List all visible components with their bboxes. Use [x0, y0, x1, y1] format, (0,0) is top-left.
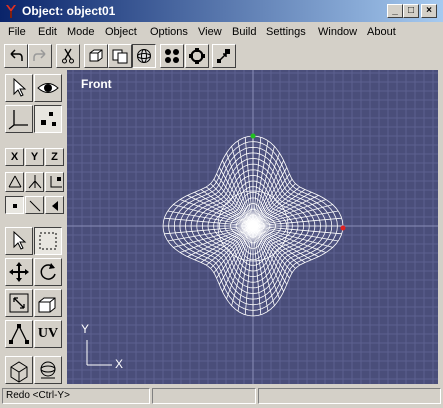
sphere-icon	[137, 49, 151, 63]
viewport-front[interactable]: Front Y X	[67, 70, 438, 384]
menu-settings[interactable]: Settings	[266, 26, 306, 38]
redo-icon	[33, 49, 46, 61]
menu-about[interactable]: About	[367, 26, 396, 38]
status-pane-2	[152, 388, 256, 404]
points-icon	[41, 112, 56, 126]
menu-build[interactable]: Build	[232, 26, 256, 38]
undo-icon	[10, 49, 23, 61]
edge-icon	[29, 200, 41, 212]
y-axis-button[interactable]: Y	[25, 148, 44, 166]
application-window: Object: object01 _ □ × File Edit Mode Ob…	[0, 0, 443, 408]
x-axis-label: X	[10, 151, 19, 163]
move-tool-button[interactable]	[5, 258, 33, 286]
redo-button[interactable]	[28, 44, 52, 68]
edge-mode-button[interactable]	[25, 196, 44, 214]
deform-icon	[40, 361, 56, 379]
left-toolbar: X Y Z UV	[0, 70, 67, 384]
snap-icon	[217, 49, 230, 63]
close-button[interactable]: ×	[421, 4, 437, 18]
menu-bar: File Edit Mode Object Options View Build…	[0, 22, 443, 42]
move-icon	[9, 262, 29, 282]
app-icon[interactable]	[3, 3, 19, 19]
axis-x-label: X	[115, 357, 124, 371]
rotate-button[interactable]	[185, 44, 209, 68]
eye-button[interactable]	[34, 74, 62, 102]
undo-button[interactable]	[4, 44, 28, 68]
rotate-tool-icon	[40, 263, 56, 280]
minimize-button[interactable]: _	[387, 4, 403, 18]
points-button[interactable]	[34, 105, 62, 133]
title-bar[interactable]: Object: object01 _ □ ×	[0, 0, 443, 22]
sphere-button[interactable]	[132, 44, 156, 68]
cut-button[interactable]	[56, 44, 80, 68]
extrude-tool-button[interactable]	[34, 289, 62, 317]
bevel-tool-button[interactable]	[5, 320, 33, 348]
local-axes-icon	[50, 176, 62, 188]
main-toolbar	[0, 42, 443, 70]
window-title: Object: object01	[22, 4, 116, 18]
menu-edit[interactable]: Edit	[38, 26, 57, 38]
pivot-icon	[28, 175, 42, 189]
x-axis-button[interactable]: X	[5, 148, 24, 166]
scale-icon	[9, 293, 29, 313]
pivot-button[interactable]	[25, 172, 44, 192]
menu-view[interactable]: View	[198, 26, 222, 38]
select-arrow-button[interactable]	[5, 74, 33, 102]
vertex-icon	[13, 204, 17, 208]
lattice-tool-button[interactable]	[5, 356, 33, 384]
coord-system-button[interactable]	[5, 172, 24, 192]
viewport-grid	[67, 70, 438, 384]
uv-button[interactable]: UV	[34, 320, 62, 348]
menu-options[interactable]: Options	[150, 26, 188, 38]
copy-icon	[112, 49, 128, 64]
cube-icon	[89, 49, 103, 62]
cut-icon	[62, 48, 74, 64]
status-text: Redo <Ctrl-Y>	[2, 388, 150, 404]
y-axis-label: Y	[30, 151, 39, 163]
marquee-icon	[39, 232, 57, 250]
snap-button[interactable]	[212, 44, 236, 68]
extrude-icon	[38, 297, 56, 313]
status-bar: Redo <Ctrl-Y>	[0, 386, 443, 408]
pointer-icon	[13, 230, 27, 250]
grid4-icon	[165, 49, 179, 63]
menu-object[interactable]: Object	[105, 26, 137, 38]
deform-tool-button[interactable]	[34, 356, 62, 384]
status-pane-3	[258, 388, 441, 404]
rotate-icon	[189, 48, 205, 64]
rotate-tool-button[interactable]	[34, 258, 62, 286]
x-handle	[340, 225, 346, 231]
axis-y-label: Y	[81, 322, 90, 336]
lattice-icon	[10, 361, 28, 383]
axes-icon	[8, 110, 28, 130]
select-tool-button[interactable]	[5, 227, 33, 255]
copy-button[interactable]	[108, 44, 132, 68]
local-axes-button[interactable]	[45, 172, 64, 192]
marquee-select-button[interactable]	[34, 227, 62, 255]
eye-icon	[37, 83, 59, 93]
viewport-label: Front	[81, 77, 112, 91]
coord-icon	[8, 175, 22, 188]
menu-mode[interactable]: Mode	[67, 26, 95, 38]
menu-window[interactable]: Window	[318, 26, 357, 38]
face-icon	[52, 201, 58, 211]
grid4-button[interactable]	[160, 44, 184, 68]
axes-button[interactable]	[5, 105, 33, 133]
y-handle	[250, 133, 256, 139]
uv-label: UV	[37, 326, 59, 341]
maximize-button[interactable]: □	[403, 4, 419, 18]
scale-tool-button[interactable]	[5, 289, 33, 317]
menu-file[interactable]: File	[8, 26, 26, 38]
cube-button[interactable]	[84, 44, 108, 68]
face-mode-button[interactable]	[45, 196, 64, 214]
z-axis-label: Z	[51, 151, 58, 163]
bevel-icon	[9, 324, 29, 344]
z-axis-button[interactable]: Z	[45, 148, 64, 166]
vertex-mode-button[interactable]	[5, 196, 24, 214]
arrow-icon	[13, 77, 27, 97]
